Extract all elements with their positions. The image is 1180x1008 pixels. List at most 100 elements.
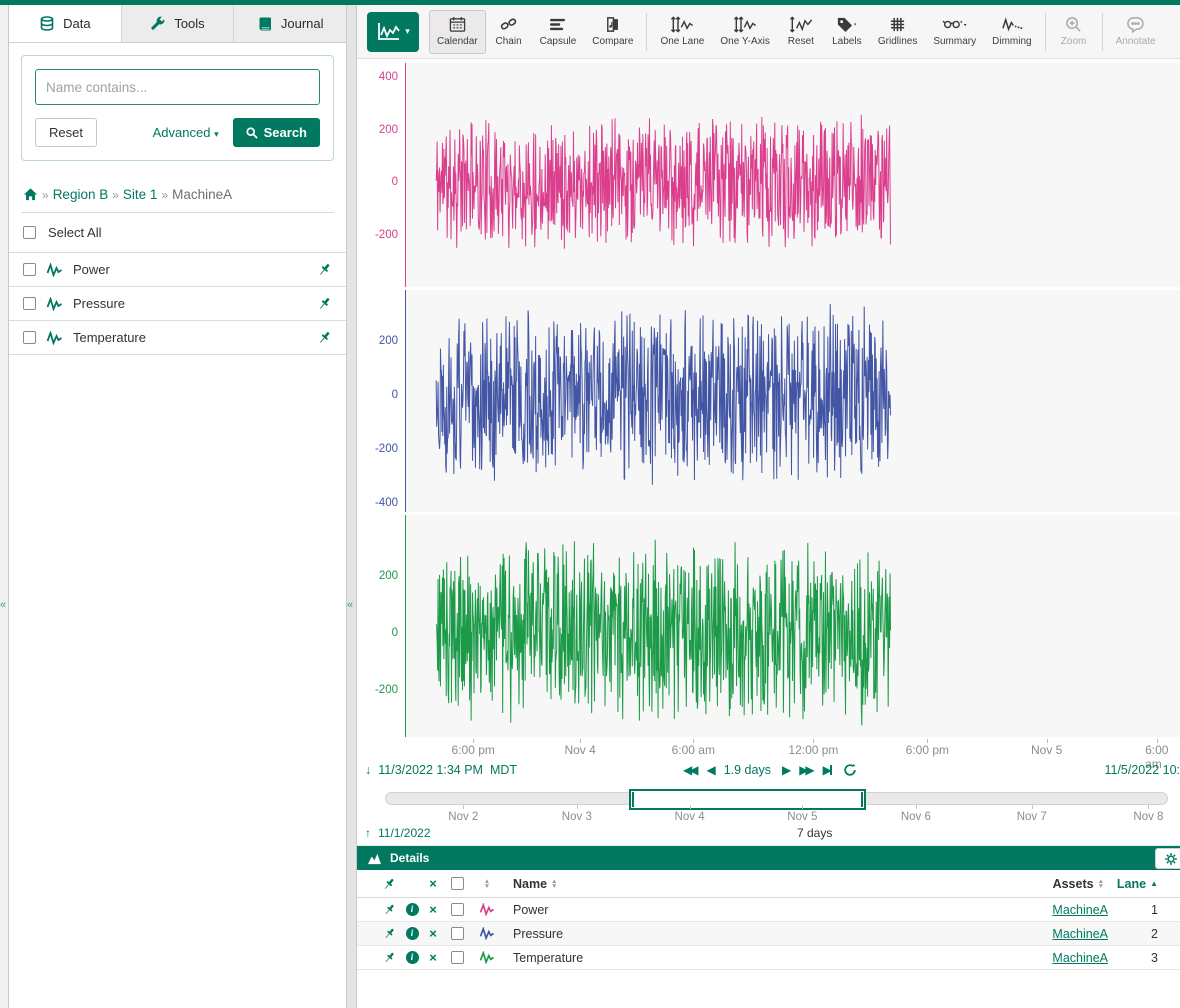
pin-icon[interactable] — [383, 951, 396, 964]
pin-icon[interactable] — [317, 330, 332, 345]
sidebar: Data Tools Journal Reset Advanced ▾ — [9, 5, 346, 1008]
tab-data-label: Data — [63, 16, 90, 31]
scrubber-duration[interactable]: 7 days — [797, 826, 832, 840]
reset-button-toolbar[interactable]: Reset — [778, 10, 824, 54]
sort-icon[interactable]: ▲▼ — [1098, 879, 1104, 889]
tab-journal-label: Journal — [281, 16, 324, 31]
temperature-series-plot[interactable] — [405, 515, 1180, 737]
info-icon[interactable]: i — [406, 951, 419, 964]
range-end-label[interactable]: 11/5/2022 10: — [1104, 763, 1180, 777]
list-item-temperature[interactable]: Temperature — [9, 320, 346, 355]
summary-icon — [942, 16, 967, 33]
info-icon[interactable]: i — [406, 927, 419, 940]
one-y-axis-button[interactable]: One Y-Axis — [712, 10, 777, 54]
signal-icon — [46, 297, 63, 311]
sort-icon[interactable]: ▲▼ — [484, 879, 490, 889]
capsule-button[interactable]: Capsule — [532, 10, 585, 54]
scrubber-track[interactable] — [385, 792, 1168, 805]
step-forward-half-button[interactable]: ▶ — [782, 761, 788, 779]
jump-to-now-button[interactable]: ▶ — [823, 761, 832, 779]
one-lane-button[interactable]: One Lane — [652, 10, 712, 54]
tab-data[interactable]: Data — [9, 5, 121, 42]
row-checkbox[interactable] — [451, 903, 464, 916]
lane-column-header[interactable]: Lane — [1117, 877, 1146, 891]
power-checkbox[interactable] — [23, 263, 36, 276]
collapse-sidebar-icon[interactable]: « — [347, 599, 353, 611]
scrubber-tick-label: Nov 6 — [901, 811, 931, 823]
pin-icon[interactable] — [317, 296, 332, 311]
asset-link[interactable]: MachineA — [1052, 927, 1108, 941]
temperature-checkbox[interactable] — [23, 331, 36, 344]
remove-icon[interactable]: × — [429, 926, 437, 941]
assets-column-header[interactable]: Assets — [1053, 877, 1094, 891]
y-axis-pressure[interactable]: 2000-200-400 — [357, 290, 405, 512]
tab-journal[interactable]: Journal — [233, 5, 346, 42]
scrubber-tick-mark — [802, 805, 803, 809]
remove-icon[interactable]: × — [429, 902, 437, 917]
pin-column-icon[interactable] — [382, 877, 396, 891]
x-tick-label: 6:00 pm — [906, 743, 949, 757]
table-row-temperature[interactable]: i × Temperature MachineA 3 — [357, 946, 1180, 970]
home-icon[interactable] — [23, 187, 38, 202]
labels-button[interactable]: Labels — [824, 10, 870, 54]
refresh-icon[interactable] — [843, 763, 857, 777]
scrubber-window[interactable] — [629, 789, 866, 810]
range-start-label[interactable]: 11/3/2022 1:34 PM — [378, 763, 483, 777]
summary-button[interactable]: Summary — [925, 10, 984, 54]
range-start[interactable]: ↓ 11/3/2022 1:34 PM MDT — [365, 763, 517, 777]
annotate-icon — [1126, 16, 1145, 33]
details-settings-button[interactable] — [1155, 848, 1180, 869]
sort-asc-icon[interactable]: ▲ — [1150, 879, 1158, 888]
row-checkbox[interactable] — [451, 951, 464, 964]
table-row-power[interactable]: i × Power MachineA 1 — [357, 898, 1180, 922]
search-input[interactable] — [35, 69, 320, 105]
compare-button[interactable]: Compare — [584, 10, 641, 54]
timezone-label[interactable]: MDT — [490, 763, 517, 777]
info-icon[interactable]: i — [406, 903, 419, 916]
remove-icon[interactable]: × — [429, 950, 437, 965]
sidebar-divider[interactable]: « — [346, 5, 357, 1008]
gridlines-button[interactable]: Gridlines — [870, 10, 925, 54]
sort-icon[interactable]: ▲▼ — [551, 879, 557, 889]
row-lane: 1 — [1114, 903, 1180, 917]
breadcrumb-site[interactable]: Site 1 — [123, 187, 158, 202]
asset-link[interactable]: MachineA — [1052, 951, 1108, 965]
duration-label[interactable]: 1.9 days — [724, 761, 771, 779]
collapse-left-icon[interactable]: « — [0, 599, 6, 611]
dimming-button[interactable]: Dimming — [984, 10, 1039, 54]
name-column-header[interactable]: Name — [513, 877, 547, 891]
x-axis[interactable]: 6:00 pmNov 46:00 am12:00 pm6:00 pmNov 56… — [357, 740, 1180, 758]
scrubber-start-date[interactable]: 11/1/2022 — [378, 826, 431, 840]
chevron-down-icon: ▾ — [214, 129, 219, 139]
tab-tools[interactable]: Tools — [121, 5, 234, 42]
reset-button[interactable]: Reset — [35, 118, 97, 147]
select-all-checkbox[interactable] — [23, 226, 36, 239]
pin-icon[interactable] — [317, 262, 332, 277]
asset-link[interactable]: MachineA — [1052, 903, 1108, 917]
area-chart-icon — [367, 852, 382, 865]
pressure-checkbox[interactable] — [23, 297, 36, 310]
remove-all-icon[interactable]: × — [429, 876, 437, 891]
list-item-power[interactable]: Power — [9, 252, 346, 286]
calendar-button[interactable]: Calendar — [429, 10, 486, 54]
list-item-pressure[interactable]: Pressure — [9, 286, 346, 320]
breadcrumb-region[interactable]: Region B — [53, 187, 109, 202]
y-axis-power[interactable]: 4002000-200 — [357, 63, 405, 287]
range-end[interactable]: 11/5/2022 10: — [1104, 763, 1180, 777]
y-axis-temperature[interactable]: 2000-200 — [357, 515, 405, 737]
chain-button[interactable]: Chain — [486, 10, 532, 54]
power-series-plot[interactable] — [405, 63, 1180, 287]
pressure-series-plot[interactable] — [405, 290, 1180, 512]
view-mode-selector[interactable]: ▾ — [367, 12, 419, 52]
step-forward-full-button[interactable]: ▶▶ — [799, 761, 811, 779]
step-back-half-button[interactable]: ◀ — [706, 761, 712, 779]
pin-icon[interactable] — [383, 903, 396, 916]
advanced-toggle[interactable]: Advanced ▾ — [153, 125, 219, 140]
search-button[interactable]: Search — [233, 118, 320, 147]
scrubber-start[interactable]: ↑ 11/1/2022 — [365, 826, 431, 840]
row-checkbox[interactable] — [451, 927, 464, 940]
table-row-pressure[interactable]: i × Pressure MachineA 2 — [357, 922, 1180, 946]
step-back-full-button[interactable]: ◀◀ — [683, 761, 695, 779]
select-all-rows-checkbox[interactable] — [451, 877, 464, 890]
pin-icon[interactable] — [383, 927, 396, 940]
